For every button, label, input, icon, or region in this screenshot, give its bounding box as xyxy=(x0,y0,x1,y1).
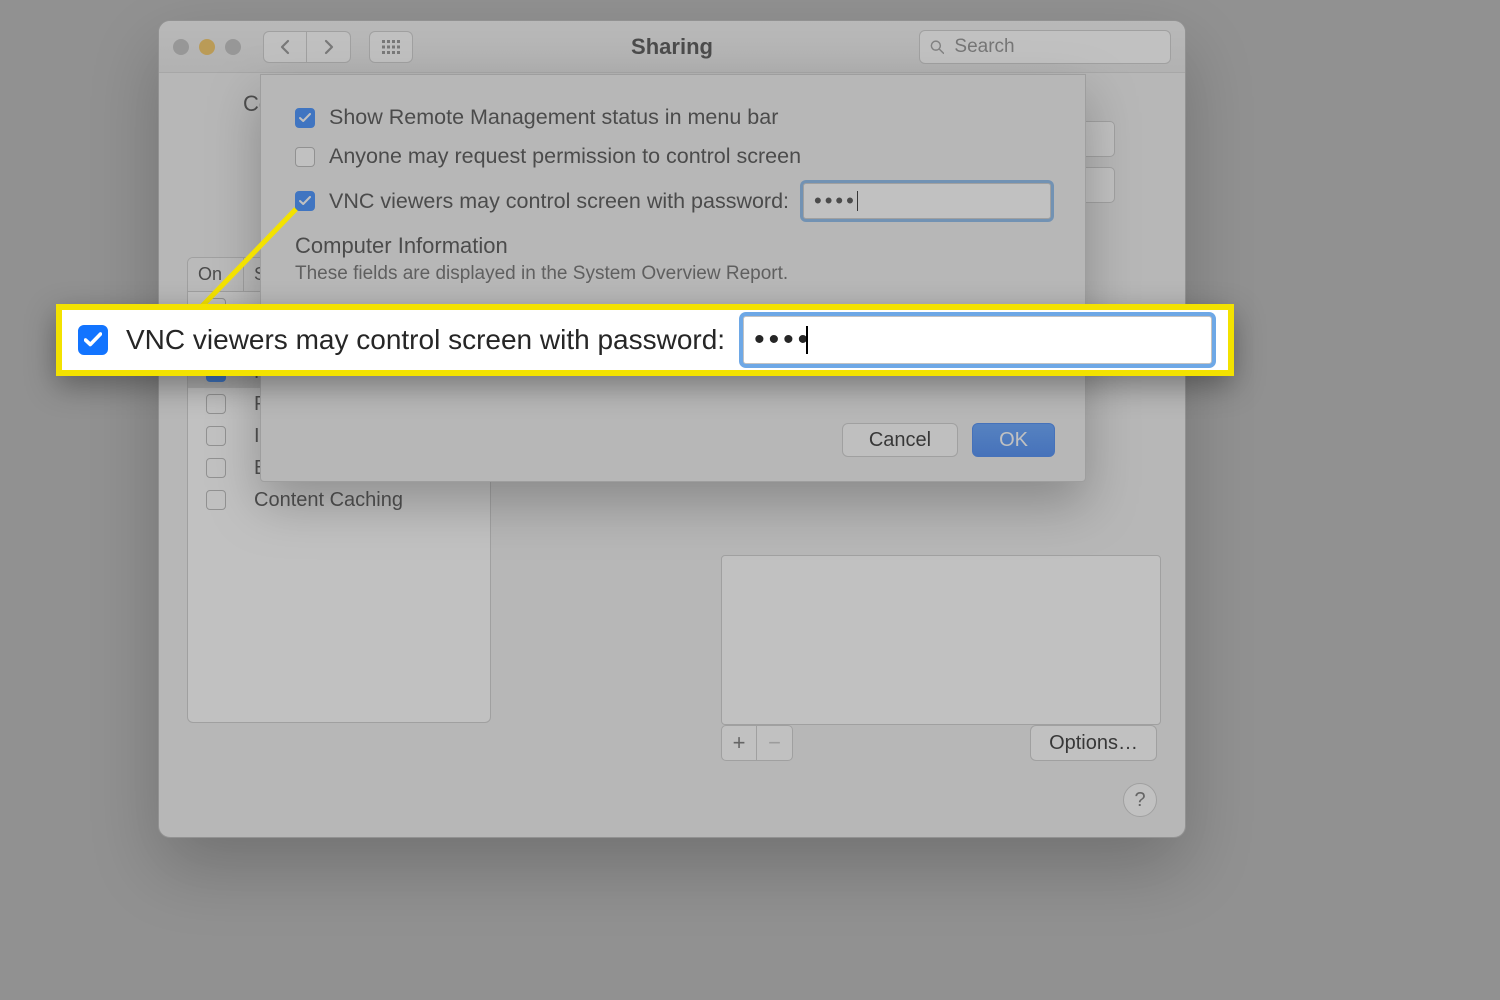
service-label: Content Caching xyxy=(244,483,490,518)
options-button[interactable]: Options… xyxy=(1030,725,1157,761)
service-checkbox[interactable] xyxy=(206,426,226,446)
show-status-menubar-checkbox[interactable] xyxy=(295,108,315,128)
vnc-password-field[interactable]: •••• xyxy=(803,183,1051,219)
service-checkbox[interactable] xyxy=(206,394,226,414)
add-user-button[interactable]: + xyxy=(721,725,757,761)
search-field[interactable] xyxy=(919,30,1171,64)
grid-icon xyxy=(382,40,400,54)
show-status-menubar-label: Show Remote Management status in menu ba… xyxy=(329,105,778,130)
titlebar: Sharing xyxy=(159,21,1185,73)
anyone-request-label: Anyone may request permission to control… xyxy=(329,144,801,169)
search-input[interactable] xyxy=(952,35,1160,59)
callout-vnc-label: VNC viewers may control screen with pass… xyxy=(126,324,725,356)
minimize-window-button[interactable] xyxy=(199,39,215,55)
vnc-password-label: VNC viewers may control screen with pass… xyxy=(329,189,789,214)
computer-info-subtext: These fields are displayed in the System… xyxy=(295,263,1051,285)
allowed-users-list[interactable] xyxy=(721,555,1161,725)
vnc-password-checkbox[interactable] xyxy=(295,191,315,211)
callout-vnc-password-value: •••• xyxy=(754,323,812,357)
search-icon xyxy=(930,39,944,55)
help-button[interactable]: ? xyxy=(1123,783,1157,817)
callout-vnc-checkbox[interactable] xyxy=(78,325,108,355)
zoom-window-button[interactable] xyxy=(225,39,241,55)
remove-user-button[interactable]: − xyxy=(757,725,793,761)
close-window-button[interactable] xyxy=(173,39,189,55)
service-checkbox[interactable] xyxy=(206,458,226,478)
column-on-header[interactable]: On xyxy=(188,258,244,291)
ok-button[interactable]: OK xyxy=(972,423,1055,457)
highlight-callout: VNC viewers may control screen with pass… xyxy=(56,304,1234,376)
vnc-password-value: •••• xyxy=(814,188,857,214)
forward-button[interactable] xyxy=(307,31,351,63)
computer-info-heading: Computer Information xyxy=(295,233,1051,259)
anyone-request-checkbox[interactable] xyxy=(295,147,315,167)
computer-settings-sheet: Show Remote Management status in menu ba… xyxy=(260,74,1086,482)
cancel-button[interactable]: Cancel xyxy=(842,423,958,457)
back-button[interactable] xyxy=(263,31,307,63)
show-all-button[interactable] xyxy=(369,31,413,63)
window-controls xyxy=(173,39,241,55)
service-checkbox[interactable] xyxy=(206,490,226,510)
service-row[interactable]: Content Caching xyxy=(188,484,490,516)
callout-vnc-password-field[interactable]: •••• xyxy=(743,316,1212,364)
